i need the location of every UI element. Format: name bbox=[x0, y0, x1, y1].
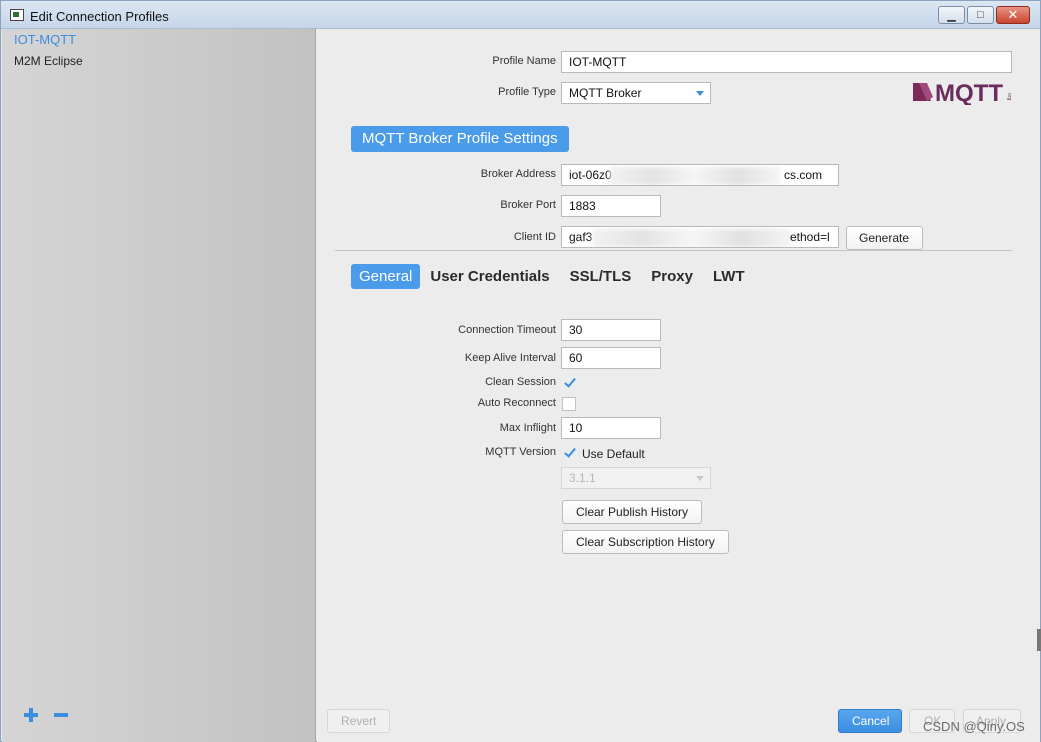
profile-list-sidebar: IOT-MQTT M2M Eclipse bbox=[2, 29, 316, 742]
broker-profile-settings-header: MQTT Broker Profile Settings bbox=[351, 126, 569, 152]
mqtt-version-label: MQTT Version bbox=[485, 446, 556, 458]
remove-profile-icon[interactable] bbox=[54, 713, 68, 717]
broker-address-prefix: iot-06z0 bbox=[569, 168, 612, 182]
auto-reconnect-checkbox[interactable] bbox=[562, 397, 576, 411]
max-inflight-label: Max Inflight bbox=[499, 422, 556, 434]
client-id-label: Client ID bbox=[513, 231, 556, 243]
section-divider bbox=[335, 250, 1012, 251]
max-inflight-input[interactable]: 10 bbox=[561, 417, 661, 439]
tab-user-credentials[interactable]: User Credentials bbox=[420, 264, 559, 289]
cancel-button[interactable]: Cancel bbox=[838, 709, 902, 733]
tab-proxy[interactable]: Proxy bbox=[641, 264, 703, 289]
broker-address-suffix: cs.com bbox=[784, 168, 823, 182]
profile-name-label: Profile Name bbox=[492, 55, 556, 67]
client-id-input[interactable]: gaf3 ethod=l bbox=[561, 226, 839, 248]
profile-settings-panel: Profile Name IOT-MQTT Profile Type MQTT … bbox=[317, 29, 1040, 742]
mqtt-logo-text: MQTT bbox=[935, 80, 1003, 105]
mqtt-logo-small: org bbox=[1006, 93, 1011, 100]
chevron-down-icon bbox=[696, 91, 704, 96]
revert-button[interactable]: Revert bbox=[327, 709, 391, 733]
use-default-checkbox[interactable] bbox=[562, 445, 576, 459]
add-profile-icon[interactable] bbox=[23, 707, 39, 723]
close-button[interactable]: ✕ bbox=[996, 6, 1030, 24]
client-id-suffix: ethod=l bbox=[790, 230, 830, 244]
client-id-prefix: gaf3 bbox=[569, 230, 593, 244]
minimize-button[interactable]: ▁ bbox=[938, 6, 965, 24]
profile-type-select[interactable]: MQTT Broker bbox=[561, 82, 711, 104]
connection-timeout-input[interactable]: 30 bbox=[561, 319, 661, 341]
window-title: Edit Connection Profiles bbox=[30, 9, 169, 24]
sidebar-item-m2m-eclipse[interactable]: M2M Eclipse bbox=[14, 54, 83, 68]
auto-reconnect-label: Auto Reconnect bbox=[477, 397, 556, 409]
broker-port-label: Broker Port bbox=[500, 199, 556, 211]
settings-tabs: General User Credentials SSL/TLS Proxy L… bbox=[351, 264, 755, 289]
maximize-button[interactable]: □ bbox=[967, 6, 994, 24]
scrollbar-thumb[interactable] bbox=[1037, 629, 1041, 651]
profile-name-input[interactable]: IOT-MQTT bbox=[561, 51, 1012, 73]
maximize-icon: □ bbox=[977, 9, 984, 21]
mqtt-version-value: 3.1.1 bbox=[569, 471, 596, 485]
tab-general[interactable]: General bbox=[351, 264, 421, 289]
sidebar-item-iot-mqtt[interactable]: IOT-MQTT bbox=[14, 32, 76, 47]
chevron-down-icon bbox=[696, 476, 704, 481]
keep-alive-interval-input[interactable]: 60 bbox=[561, 347, 661, 369]
redacted-region bbox=[610, 167, 780, 185]
app-icon bbox=[10, 9, 24, 21]
clear-publish-history-button[interactable]: Clear Publish History bbox=[562, 500, 703, 524]
clear-subscription-history-button[interactable]: Clear Subscription History bbox=[562, 530, 729, 554]
keep-alive-interval-label: Keep Alive Interval bbox=[464, 352, 556, 364]
mqtt-logo: MQTT org bbox=[913, 80, 1011, 105]
broker-address-input[interactable]: iot-06z0 cs.com bbox=[561, 164, 839, 186]
mqtt-version-select: 3.1.1 bbox=[561, 467, 711, 489]
edit-connection-profiles-window: Edit Connection Profiles ▁ □ ✕ IOT-MQTT … bbox=[0, 0, 1041, 742]
generate-client-id-button[interactable]: Generate bbox=[846, 226, 923, 250]
profile-type-value: MQTT Broker bbox=[569, 86, 642, 100]
redacted-region bbox=[592, 229, 792, 247]
broker-port-input[interactable]: 1883 bbox=[561, 195, 661, 217]
clean-session-checkbox[interactable] bbox=[562, 375, 576, 389]
tab-lwt[interactable]: LWT bbox=[703, 264, 755, 289]
window-controls: ▁ □ ✕ bbox=[938, 6, 1030, 24]
close-icon: ✕ bbox=[1007, 7, 1019, 22]
tab-ssl-tls[interactable]: SSL/TLS bbox=[560, 264, 642, 289]
broker-address-label: Broker Address bbox=[480, 168, 556, 180]
title-bar[interactable]: Edit Connection Profiles ▁ □ ✕ bbox=[1, 1, 1040, 29]
minimize-icon: ▁ bbox=[947, 9, 956, 22]
connection-timeout-label: Connection Timeout bbox=[458, 324, 556, 336]
profile-type-label: Profile Type bbox=[498, 86, 556, 98]
watermark-text: CSDN @Qiny.OS bbox=[923, 719, 1025, 734]
use-default-label: Use Default bbox=[582, 447, 645, 461]
clean-session-label: Clean Session bbox=[485, 376, 556, 388]
